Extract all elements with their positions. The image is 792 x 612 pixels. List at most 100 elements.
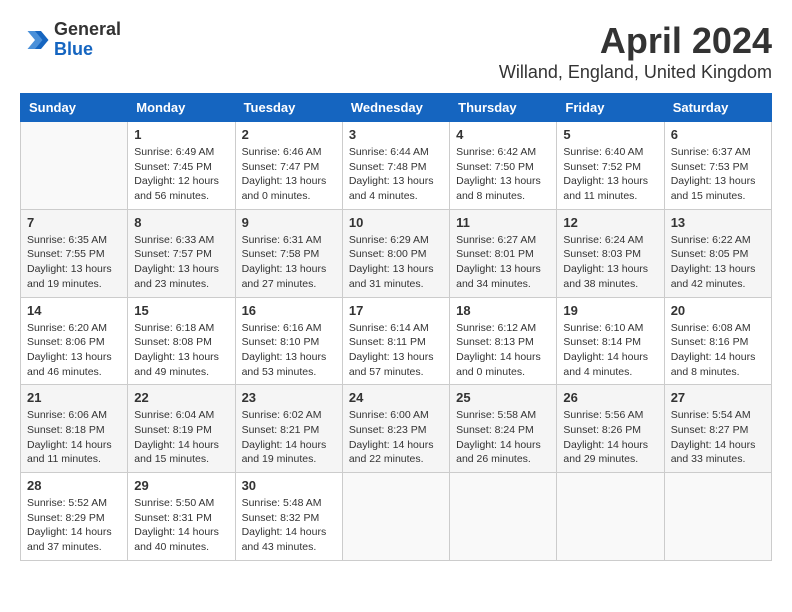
calendar-cell (450, 473, 557, 561)
day-info: Sunrise: 6:10 AMSunset: 8:14 PMDaylight:… (563, 321, 657, 380)
day-info: Sunrise: 6:18 AMSunset: 8:08 PMDaylight:… (134, 321, 228, 380)
day-number: 20 (671, 303, 765, 318)
calendar-day-header: Saturday (664, 94, 771, 122)
calendar-week-row: 14 Sunrise: 6:20 AMSunset: 8:06 PMDayligh… (21, 297, 772, 385)
day-number: 24 (349, 390, 443, 405)
day-number: 17 (349, 303, 443, 318)
day-number: 21 (27, 390, 121, 405)
day-number: 13 (671, 215, 765, 230)
day-info: Sunrise: 6:33 AMSunset: 7:57 PMDaylight:… (134, 233, 228, 292)
day-info: Sunrise: 6:20 AMSunset: 8:06 PMDaylight:… (27, 321, 121, 380)
calendar-cell: 9 Sunrise: 6:31 AMSunset: 7:58 PMDaylight… (235, 209, 342, 297)
logo-general-text: General (54, 20, 121, 40)
day-info: Sunrise: 6:46 AMSunset: 7:47 PMDaylight:… (242, 145, 336, 204)
calendar-cell: 1 Sunrise: 6:49 AMSunset: 7:45 PMDaylight… (128, 122, 235, 210)
day-info: Sunrise: 6:29 AMSunset: 8:00 PMDaylight:… (349, 233, 443, 292)
calendar-cell: 30Sunrise: 5:48 AMSunset: 8:32 PMDayligh… (235, 473, 342, 561)
main-title: April 2024 (499, 20, 772, 62)
day-info: Sunrise: 6:02 AMSunset: 8:21 PMDaylight:… (242, 408, 336, 467)
day-info: Sunrise: 6:35 AMSunset: 7:55 PMDaylight:… (27, 233, 121, 292)
calendar-cell: 6Sunrise: 6:37 AMSunset: 7:53 PMDaylight… (664, 122, 771, 210)
day-number: 27 (671, 390, 765, 405)
day-info: Sunrise: 5:58 AMSunset: 8:24 PMDaylight:… (456, 408, 550, 467)
day-info: Sunrise: 6:31 AMSunset: 7:58 PMDaylight:… (242, 233, 336, 292)
day-number: 8 (134, 215, 228, 230)
calendar-cell: 3 Sunrise: 6:44 AMSunset: 7:48 PMDaylight… (342, 122, 449, 210)
calendar-cell: 23 Sunrise: 6:02 AMSunset: 8:21 PMDayligh… (235, 385, 342, 473)
calendar-cell (557, 473, 664, 561)
day-number: 7 (27, 215, 121, 230)
calendar-day-header: Wednesday (342, 94, 449, 122)
day-info: Sunrise: 6:04 AMSunset: 8:19 PMDaylight:… (134, 408, 228, 467)
day-number: 14 (27, 303, 121, 318)
day-info: Sunrise: 6:22 AMSunset: 8:05 PMDaylight:… (671, 233, 765, 292)
calendar-week-row: 7 Sunrise: 6:35 AMSunset: 7:55 PMDaylight… (21, 209, 772, 297)
calendar-week-row: 21 Sunrise: 6:06 AMSunset: 8:18 PMDayligh… (21, 385, 772, 473)
day-info: Sunrise: 5:54 AMSunset: 8:27 PMDaylight:… (671, 408, 765, 467)
calendar-cell: 18 Sunrise: 6:12 AMSunset: 8:13 PMDayligh… (450, 297, 557, 385)
day-info: Sunrise: 6:08 AMSunset: 8:16 PMDaylight:… (671, 321, 765, 380)
day-info: Sunrise: 6:49 AMSunset: 7:45 PMDaylight:… (134, 145, 228, 204)
day-info: Sunrise: 6:00 AMSunset: 8:23 PMDaylight:… (349, 408, 443, 467)
day-number: 10 (349, 215, 443, 230)
calendar-cell: 14 Sunrise: 6:20 AMSunset: 8:06 PMDayligh… (21, 297, 128, 385)
day-info: Sunrise: 5:52 AMSunset: 8:29 PMDaylight:… (27, 496, 121, 555)
calendar-cell (342, 473, 449, 561)
calendar-cell: 11Sunrise: 6:27 AMSunset: 8:01 PMDayligh… (450, 209, 557, 297)
calendar-cell: 4Sunrise: 6:42 AMSunset: 7:50 PMDaylight… (450, 122, 557, 210)
day-number: 5 (563, 127, 657, 142)
calendar-week-row: 1 Sunrise: 6:49 AMSunset: 7:45 PMDaylight… (21, 122, 772, 210)
day-info: Sunrise: 6:44 AMSunset: 7:48 PMDaylight:… (349, 145, 443, 204)
day-info: Sunrise: 6:16 AMSunset: 8:10 PMDaylight:… (242, 321, 336, 380)
calendar-cell: 2 Sunrise: 6:46 AMSunset: 7:47 PMDaylight… (235, 122, 342, 210)
calendar-cell: 15 Sunrise: 6:18 AMSunset: 8:08 PMDayligh… (128, 297, 235, 385)
day-info: Sunrise: 5:50 AMSunset: 8:31 PMDaylight:… (134, 496, 228, 555)
day-number: 18 (456, 303, 550, 318)
logo-text: General Blue (54, 20, 121, 60)
logo: General Blue (20, 20, 121, 60)
day-number: 9 (242, 215, 336, 230)
calendar-week-row: 28Sunrise: 5:52 AMSunset: 8:29 PMDayligh… (21, 473, 772, 561)
calendar-cell: 26 Sunrise: 5:56 AMSunset: 8:26 PMDayligh… (557, 385, 664, 473)
day-number: 15 (134, 303, 228, 318)
day-number: 12 (563, 215, 657, 230)
day-info: Sunrise: 6:06 AMSunset: 8:18 PMDaylight:… (27, 408, 121, 467)
day-info: Sunrise: 5:56 AMSunset: 8:26 PMDaylight:… (563, 408, 657, 467)
calendar-cell: 20 Sunrise: 6:08 AMSunset: 8:16 PMDayligh… (664, 297, 771, 385)
calendar-cell (21, 122, 128, 210)
calendar-cell: 17Sunrise: 6:14 AMSunset: 8:11 PMDayligh… (342, 297, 449, 385)
day-info: Sunrise: 6:12 AMSunset: 8:13 PMDaylight:… (456, 321, 550, 380)
logo-blue-text: Blue (54, 40, 121, 60)
calendar-day-header: Monday (128, 94, 235, 122)
day-number: 23 (242, 390, 336, 405)
title-section: April 2024 Willand, England, United King… (499, 20, 772, 83)
day-number: 29 (134, 478, 228, 493)
calendar-cell: 29 Sunrise: 5:50 AMSunset: 8:31 PMDayligh… (128, 473, 235, 561)
subtitle: Willand, England, United Kingdom (499, 62, 772, 83)
calendar-day-header: Tuesday (235, 94, 342, 122)
calendar-header-row: SundayMondayTuesdayWednesdayThursdayFrid… (21, 94, 772, 122)
day-number: 16 (242, 303, 336, 318)
calendar-cell: 10 Sunrise: 6:29 AMSunset: 8:00 PMDayligh… (342, 209, 449, 297)
day-number: 2 (242, 127, 336, 142)
day-number: 19 (563, 303, 657, 318)
day-number: 1 (134, 127, 228, 142)
calendar-cell (664, 473, 771, 561)
calendar-cell: 8 Sunrise: 6:33 AMSunset: 7:57 PMDaylight… (128, 209, 235, 297)
day-number: 4 (456, 127, 550, 142)
logo-icon (20, 25, 50, 55)
calendar-cell: 13 Sunrise: 6:22 AMSunset: 8:05 PMDayligh… (664, 209, 771, 297)
day-info: Sunrise: 6:27 AMSunset: 8:01 PMDaylight:… (456, 233, 550, 292)
calendar-cell: 25Sunrise: 5:58 AMSunset: 8:24 PMDayligh… (450, 385, 557, 473)
day-number: 6 (671, 127, 765, 142)
calendar: SundayMondayTuesdayWednesdayThursdayFrid… (20, 93, 772, 561)
calendar-cell: 19 Sunrise: 6:10 AMSunset: 8:14 PMDayligh… (557, 297, 664, 385)
day-info: Sunrise: 6:40 AMSunset: 7:52 PMDaylight:… (563, 145, 657, 204)
day-info: Sunrise: 6:24 AMSunset: 8:03 PMDaylight:… (563, 233, 657, 292)
day-number: 3 (349, 127, 443, 142)
calendar-cell: 21 Sunrise: 6:06 AMSunset: 8:18 PMDayligh… (21, 385, 128, 473)
calendar-cell: 12 Sunrise: 6:24 AMSunset: 8:03 PMDayligh… (557, 209, 664, 297)
calendar-day-header: Friday (557, 94, 664, 122)
day-number: 26 (563, 390, 657, 405)
calendar-cell: 7 Sunrise: 6:35 AMSunset: 7:55 PMDaylight… (21, 209, 128, 297)
